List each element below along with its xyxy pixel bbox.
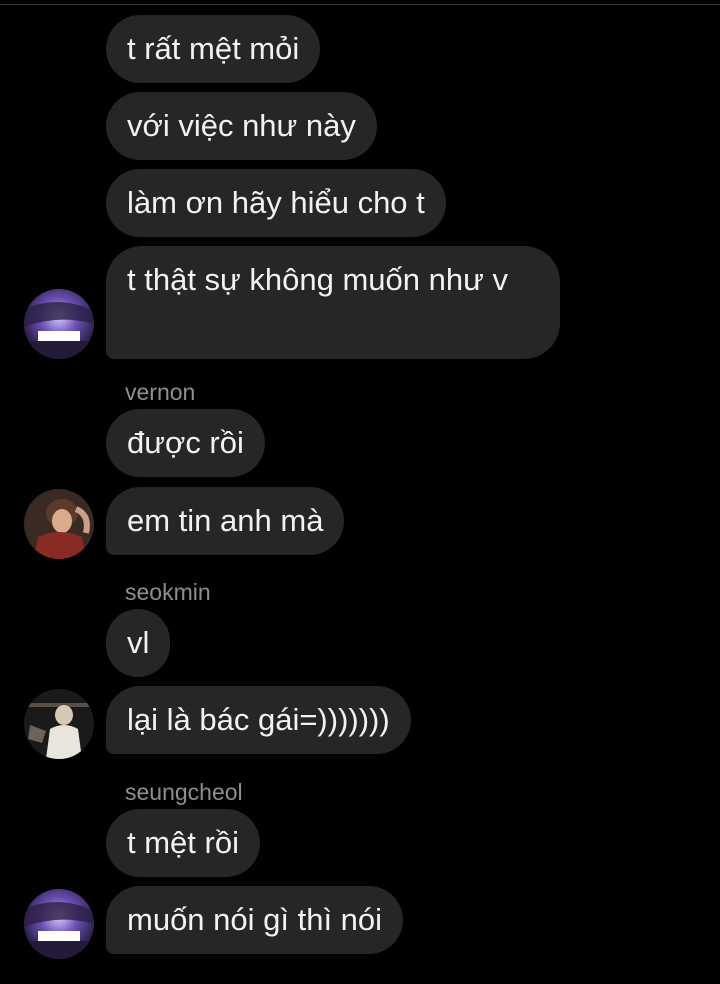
message-bubble[interactable]: lại là bác gái=))))))) — [106, 686, 411, 754]
message-text: với việc như này — [127, 108, 356, 143]
message-text: vl — [127, 625, 150, 660]
message-text: được rồi — [127, 425, 244, 460]
message-bubble[interactable]: muốn nói gì thì nói — [106, 886, 404, 954]
sender-name: vernon — [125, 379, 196, 405]
message-bubble[interactable]: t mệt rồi — [106, 809, 260, 877]
avatar-photo-icon[interactable] — [24, 689, 94, 759]
message-text: lại là bác gái=))))))) — [127, 702, 390, 737]
avatar-photo-icon[interactable] — [24, 489, 94, 559]
message-bubble[interactable]: em tin anh mà — [106, 487, 345, 555]
message-bubble[interactable]: t rất mệt mỏi — [106, 15, 321, 83]
message-bubble[interactable]: được rồi — [106, 409, 265, 477]
top-divider — [0, 4, 720, 5]
message-text: em tin anh mà — [127, 503, 324, 538]
message-bubble[interactable]: vl — [106, 609, 171, 677]
message-bubble[interactable]: t thật sự không muốn như v — [106, 246, 560, 359]
message-text: muốn nói gì thì nói — [127, 902, 383, 937]
avatar-purple-icon[interactable] — [24, 889, 94, 959]
message-text: làm ơn hãy hiểu cho t — [127, 185, 425, 220]
message-text: t thật sự không muốn như v — [127, 262, 508, 297]
sender-name: seokmin — [125, 579, 211, 605]
message-bubble[interactable]: với việc như này — [106, 92, 377, 160]
message-text: t mệt rồi — [127, 825, 239, 860]
avatar-purple-icon[interactable] — [24, 289, 94, 359]
sender-name: seungcheol — [125, 779, 243, 805]
message-bubble[interactable]: làm ơn hãy hiểu cho t — [106, 169, 446, 237]
message-text: t rất mệt mỏi — [127, 31, 300, 66]
